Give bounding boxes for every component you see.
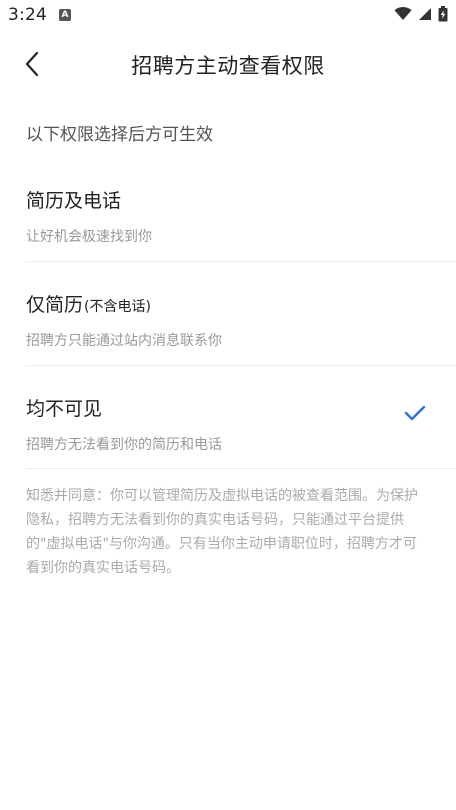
checkmark-icon	[404, 405, 426, 421]
option-title-text: 仅简历	[26, 294, 84, 316]
option-resume-only[interactable]: 仅简历 (不含电话) 招聘方只能通过站内消息联系你	[26, 290, 456, 350]
option-title: 均不可见	[26, 394, 456, 421]
wifi-icon	[394, 7, 412, 20]
option-description: 让好机会极速找到你	[26, 229, 152, 245]
divider	[26, 468, 456, 469]
battery-icon	[438, 6, 448, 22]
divider	[26, 261, 456, 262]
status-icons	[394, 6, 448, 22]
privacy-notice: 知悉并同意：你可以管理简历及虚拟电话的被查看范围。为保护隐私，招聘方无法看到你的…	[26, 488, 418, 576]
option-invisible[interactable]: 均不可见 招聘方无法看到你的简历和电话	[26, 394, 456, 454]
option-title-text: 均不可见	[26, 398, 103, 420]
option-title: 仅简历 (不含电话)	[26, 290, 456, 317]
status-time: 3:24	[8, 5, 47, 25]
page-title: 招聘方主动查看权限	[131, 54, 325, 78]
status-bar: 3:24 A	[0, 0, 456, 32]
option-title-text: 简历及电话	[26, 190, 122, 212]
divider	[26, 365, 456, 366]
option-title: 简历及电话	[26, 186, 456, 213]
option-description: 招聘方只能通过站内消息联系你	[26, 333, 222, 349]
app-header: 招聘方主动查看权限	[0, 32, 456, 96]
signal-icon	[419, 8, 431, 20]
app-notification-icon: A	[59, 9, 71, 21]
option-resume-and-phone[interactable]: 简历及电话 让好机会极速找到你	[26, 186, 456, 246]
hint-text: 以下权限选择后方可生效	[26, 125, 213, 145]
option-description: 招聘方无法看到你的简历和电话	[26, 437, 222, 453]
option-title-note: (不含电话)	[84, 299, 151, 315]
